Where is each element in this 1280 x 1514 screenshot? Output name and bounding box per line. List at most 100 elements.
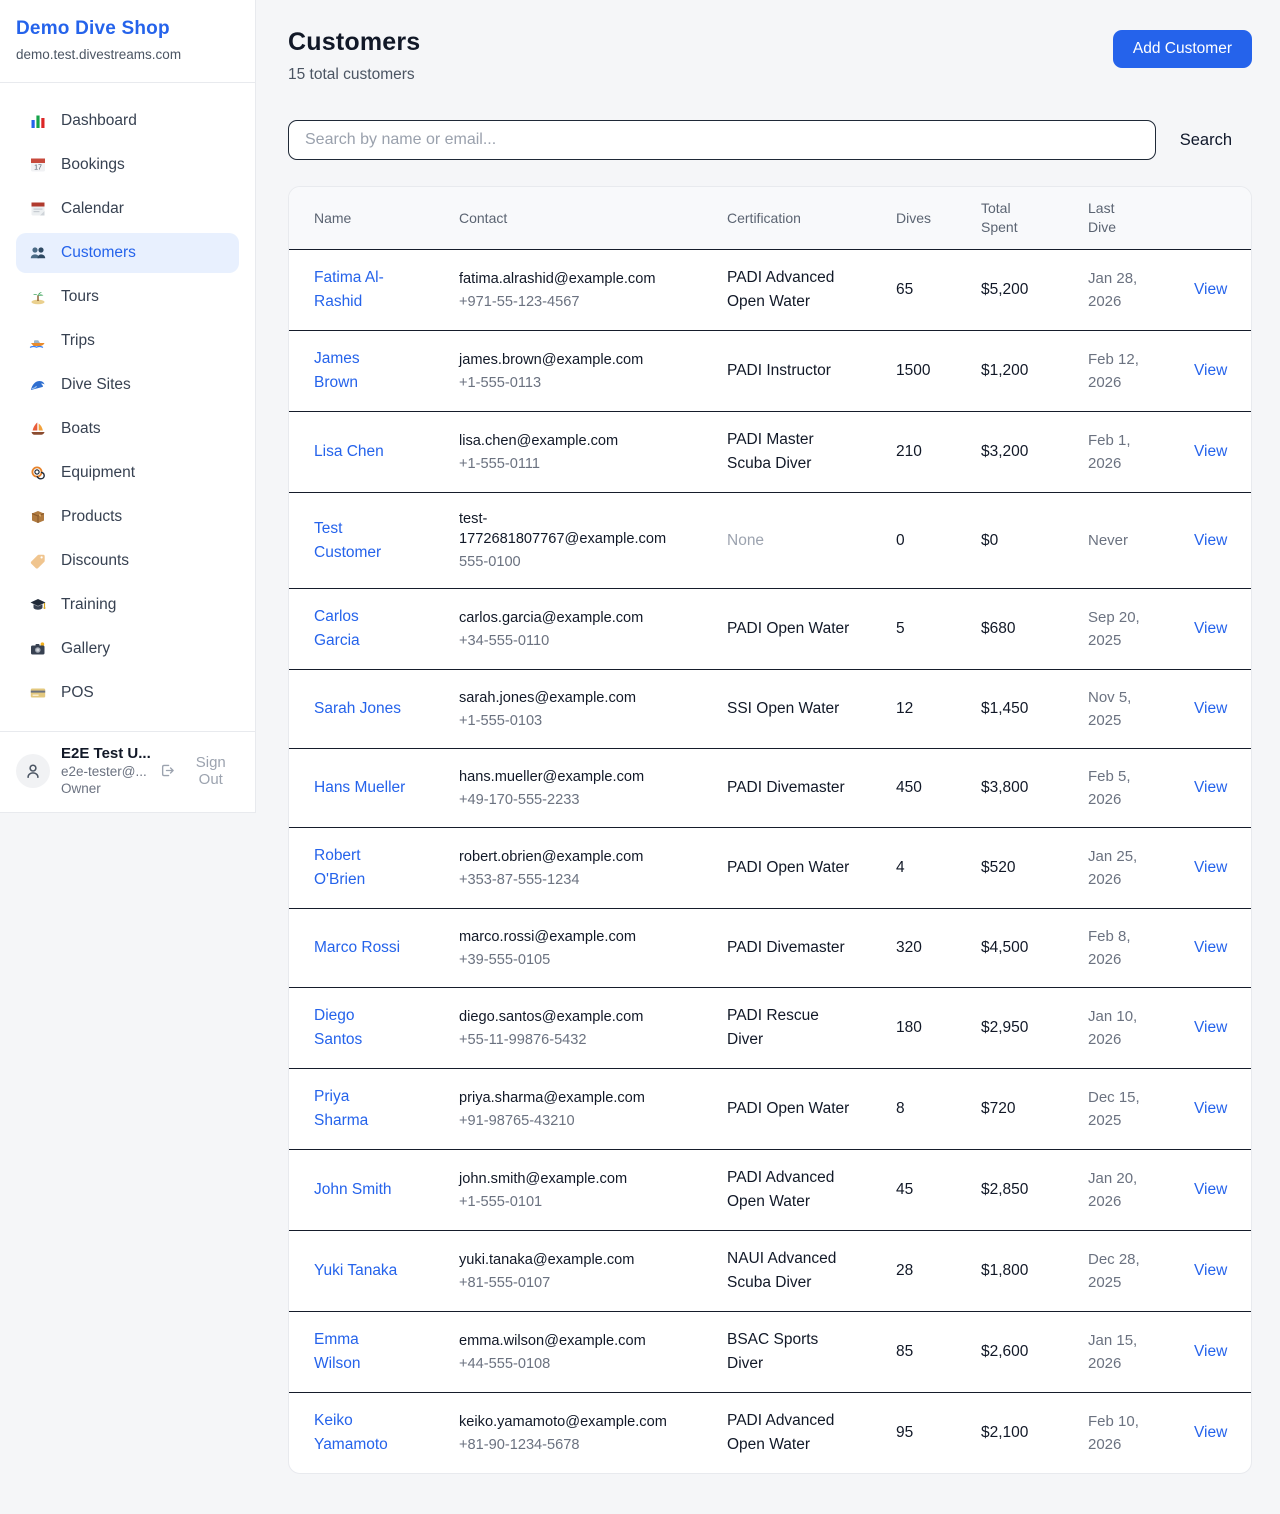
customer-certification: PADI Advanced Open Water: [727, 1166, 851, 1214]
customer-dives: 8: [896, 1069, 981, 1150]
sidebar-item-tours[interactable]: Tours: [16, 277, 239, 317]
sidebar-item-equipment[interactable]: Equipment: [16, 453, 239, 493]
sidebar-item-boats[interactable]: Boats: [16, 409, 239, 449]
sidebar-item-dashboard[interactable]: Dashboard: [16, 101, 239, 141]
view-link[interactable]: View: [1194, 939, 1227, 956]
customer-total-spent: $2,600: [981, 1312, 1088, 1393]
customer-phone: +44-555-0108: [459, 1354, 719, 1374]
search-input[interactable]: [288, 120, 1156, 160]
customer-total-spent: $720: [981, 1069, 1088, 1150]
avatar: [16, 754, 50, 788]
view-link[interactable]: View: [1194, 443, 1227, 460]
customer-dives: 0: [896, 493, 981, 589]
view-link[interactable]: View: [1194, 281, 1227, 298]
customer-total-spent: $2,850: [981, 1150, 1088, 1231]
sidebar-item-label: POS: [61, 684, 94, 702]
view-link[interactable]: View: [1194, 1424, 1227, 1441]
sidebar-item-bookings[interactable]: 17 Bookings: [16, 145, 239, 185]
view-link[interactable]: View: [1194, 362, 1227, 379]
pos-icon: [28, 683, 48, 703]
customer-phone: +81-90-1234-5678: [459, 1435, 719, 1455]
sidebar-item-customers[interactable]: Customers: [16, 233, 239, 273]
customer-name-link[interactable]: Carlos Garcia: [314, 605, 406, 653]
customer-email: test-1772681807767@example.com: [459, 509, 667, 549]
customer-total-spent: $3,800: [981, 749, 1088, 828]
sidebar-item-products[interactable]: Products: [16, 497, 239, 537]
sidebar-item-label: Bookings: [61, 156, 125, 174]
customer-last-dive: Feb 1, 2026: [1088, 429, 1168, 475]
customer-email: marco.rossi@example.com: [459, 927, 667, 947]
table-row: Test Customer test-1772681807767@example…: [289, 493, 1251, 589]
customer-name-link[interactable]: Yuki Tanaka: [314, 1259, 397, 1283]
customer-total-spent: $2,950: [981, 988, 1088, 1069]
customer-total-spent: $2,100: [981, 1393, 1088, 1474]
customers-table-card: Name Contact Certification Dives Total S…: [288, 186, 1252, 1474]
customer-email: diego.santos@example.com: [459, 1007, 667, 1027]
customer-name-link[interactable]: Hans Mueller: [314, 776, 405, 800]
table-row: Sarah Jones sarah.jones@example.com +1-5…: [289, 670, 1251, 749]
page-header: Customers 15 total customers Add Custome…: [288, 28, 1252, 84]
customer-name-link[interactable]: Robert O'Brien: [314, 844, 406, 892]
customer-email: sarah.jones@example.com: [459, 688, 667, 708]
table-body: Fatima Al-Rashid fatima.alrashid@example…: [289, 250, 1251, 1474]
customer-name-link[interactable]: Emma Wilson: [314, 1328, 406, 1376]
table-row: Emma Wilson emma.wilson@example.com +44-…: [289, 1312, 1251, 1393]
view-link[interactable]: View: [1194, 532, 1227, 549]
sidebar-item-trips[interactable]: Trips: [16, 321, 239, 361]
customer-name-link[interactable]: Test Customer: [314, 517, 406, 565]
column-header-last-dive: Last Dive: [1088, 187, 1194, 250]
column-header-actions: [1194, 187, 1251, 250]
view-link[interactable]: View: [1194, 700, 1227, 717]
table-row: Fatima Al-Rashid fatima.alrashid@example…: [289, 250, 1251, 331]
table-row: Yuki Tanaka yuki.tanaka@example.com +81-…: [289, 1231, 1251, 1312]
customer-last-dive: Jan 10, 2026: [1088, 1005, 1168, 1051]
customer-last-dive: Dec 28, 2025: [1088, 1248, 1168, 1294]
brand-block: Demo Dive Shop demo.test.divestreams.com: [0, 0, 255, 83]
sidebar-item-discounts[interactable]: Discounts: [16, 541, 239, 581]
user-role: Owner: [61, 781, 148, 796]
add-customer-button[interactable]: Add Customer: [1113, 30, 1252, 68]
customer-dives: 85: [896, 1312, 981, 1393]
customer-certification: PADI Advanced Open Water: [727, 1409, 851, 1457]
customer-name-link[interactable]: Keiko Yamamoto: [314, 1409, 406, 1457]
sidebar-item-pos[interactable]: POS: [16, 673, 239, 713]
customer-name-link[interactable]: Marco Rossi: [314, 936, 400, 960]
view-link[interactable]: View: [1194, 859, 1227, 876]
view-link[interactable]: View: [1194, 779, 1227, 796]
view-link[interactable]: View: [1194, 620, 1227, 637]
customer-last-dive: Feb 12, 2026: [1088, 348, 1168, 394]
customer-name-link[interactable]: Priya Sharma: [314, 1085, 406, 1133]
customer-certification: PADI Instructor: [727, 359, 851, 383]
sidebar-item-label: Products: [61, 508, 122, 526]
sidebar-item-gallery[interactable]: Gallery: [16, 629, 239, 669]
view-link[interactable]: View: [1194, 1100, 1227, 1117]
column-header-total-spent: Total Spent: [981, 187, 1088, 250]
customer-phone: +81-555-0107: [459, 1273, 719, 1293]
customer-email: hans.mueller@example.com: [459, 767, 667, 787]
customer-name-link[interactable]: John Smith: [314, 1178, 392, 1202]
customer-name-link[interactable]: Fatima Al-Rashid: [314, 266, 406, 314]
table-row: Diego Santos diego.santos@example.com +5…: [289, 988, 1251, 1069]
customer-name-link[interactable]: Diego Santos: [314, 1004, 406, 1052]
sidebar-item-dive-sites[interactable]: Dive Sites: [16, 365, 239, 405]
customer-phone: +49-170-555-2233: [459, 790, 719, 810]
customer-name-link[interactable]: James Brown: [314, 347, 406, 395]
customer-name-link[interactable]: Sarah Jones: [314, 697, 401, 721]
customer-phone: +1-555-0111: [459, 454, 719, 474]
sidebar-item-training[interactable]: Training: [16, 585, 239, 625]
customer-certification: PADI Master Scuba Diver: [727, 428, 851, 476]
view-link[interactable]: View: [1194, 1343, 1227, 1360]
search-button[interactable]: Search: [1180, 131, 1252, 150]
customer-phone: +1-555-0103: [459, 711, 719, 731]
view-link[interactable]: View: [1194, 1181, 1227, 1198]
customer-dives: 4: [896, 828, 981, 909]
boats-icon: [28, 419, 48, 439]
customer-phone: +55-11-99876-5432: [459, 1030, 719, 1050]
view-link[interactable]: View: [1194, 1262, 1227, 1279]
customer-name-link[interactable]: Lisa Chen: [314, 440, 384, 464]
view-link[interactable]: View: [1194, 1019, 1227, 1036]
sign-out-button[interactable]: Sign Out: [159, 754, 239, 788]
sidebar-item-calendar[interactable]: Calendar: [16, 189, 239, 229]
customer-total-spent: $3,200: [981, 412, 1088, 493]
customer-certification: NAUI Advanced Scuba Diver: [727, 1247, 851, 1295]
